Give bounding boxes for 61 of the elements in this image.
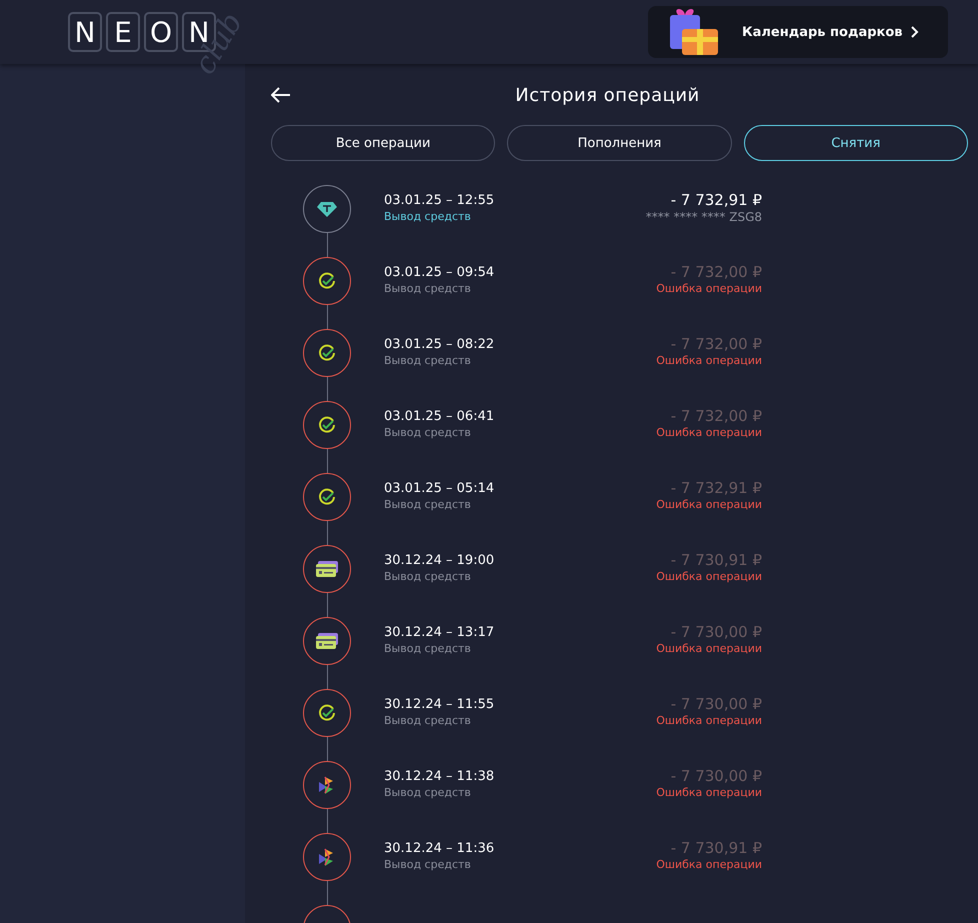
operation-type: Вывод средств [384,498,472,511]
error-status: Ошибка операции [656,282,762,295]
page-title: История операций [515,84,700,106]
logo-letter: N [68,12,102,52]
card-number: **** **** **** ZSG8 [646,210,762,224]
operation-datetime: 30.12.24 – 11:38 [384,769,494,784]
error-status: Ошибка операции [656,786,762,799]
error-status: Ошибка операции [656,498,762,511]
operation-datetime: 03.01.25 – 08:22 [384,337,494,352]
gift-calendar-button[interactable]: Календарь подарков [648,6,948,58]
filter-tab[interactable]: Пополнения [507,125,732,161]
operation-amount: - 7 730,00 ₽ [670,767,762,785]
operation-amount: - 7 730,00 ₽ [670,695,762,713]
operation-datetime: 30.12.24 – 11:36 [384,841,494,856]
operation-datetime: 03.01.25 – 05:14 [384,481,494,496]
error-status: Ошибка операции [656,570,762,583]
operation-amount: - 7 732,00 ₽ [670,407,762,425]
operation-type: Вывод средств [384,786,472,799]
operation-type: Вывод средств [384,642,472,655]
error-status: Ошибка операции [656,858,762,871]
error-status: Ошибка операции [656,426,762,439]
check-circle-icon [318,416,336,434]
check-circle-icon [318,272,336,290]
error-status: Ошибка операции [656,642,762,655]
operation-amount: - 7 732,91 ₽ [670,191,762,209]
operation-type: Вывод средств [384,858,472,871]
triangles-icon [319,848,335,866]
operation-amount: - 7 732,00 ₽ [670,263,762,281]
operation-datetime: 03.01.25 – 06:41 [384,409,494,424]
check-circle-icon [318,344,336,362]
operation-datetime: 30.12.24 – 19:00 [384,553,494,568]
operation-type: Вывод средств [384,570,472,583]
operation-type: Вывод средств [384,282,472,295]
filter-tab[interactable]: Все операции [271,125,496,161]
operation-datetime: 30.12.24 – 13:17 [384,625,494,640]
triangles-icon [319,776,335,794]
check-circle-icon [318,488,336,506]
back-arrow-icon[interactable] [271,87,291,103]
diamond-icon [317,201,337,217]
operation-amount: - 7 730,00 ₽ [670,623,762,641]
operation-type: Вывод средств [384,714,472,727]
operation-amount: - 7 730,91 ₽ [670,551,762,569]
operation-amount: - 7 730,91 ₽ [670,839,762,857]
filter-tab[interactable]: Снятия [744,125,968,161]
operation-type: Вывод средств [384,354,472,367]
operation-datetime: 03.01.25 – 12:55 [384,193,494,208]
operation-amount: - 7 732,00 ₽ [670,335,762,353]
card-icon [316,633,338,649]
check-circle-icon [318,704,336,722]
promo-label: Календарь подарков [742,24,903,40]
operation-type: Вывод средств [384,210,472,223]
operation-datetime: 30.12.24 – 11:55 [384,697,494,712]
operation-amount: - 7 732,91 ₽ [670,479,762,497]
logo-letter: E [106,12,140,52]
operation-datetime: 03.01.25 – 09:54 [384,265,494,280]
chevron-right-icon [910,26,919,38]
logo-letter: O [144,12,178,52]
operation-type: Вывод средств [384,426,472,439]
error-status: Ошибка операции [656,354,762,367]
card-icon [316,561,338,577]
error-status: Ошибка операции [656,714,762,727]
